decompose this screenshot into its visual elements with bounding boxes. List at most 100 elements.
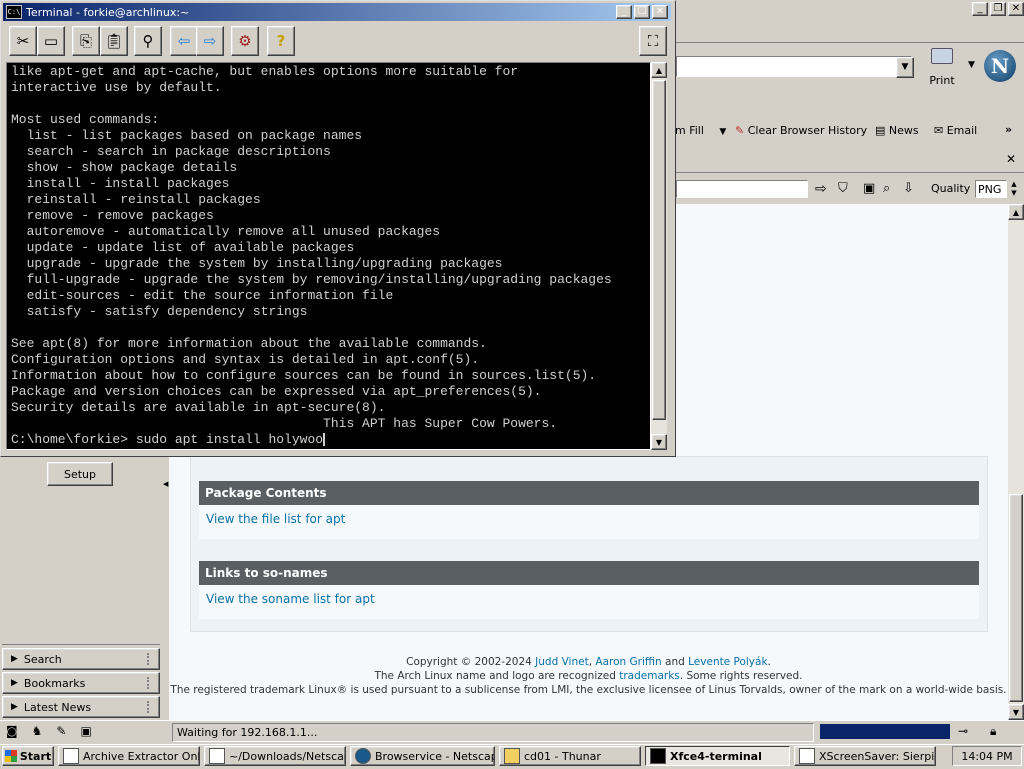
- forward-button[interactable]: ⇨: [196, 26, 224, 56]
- task-thunar[interactable]: cd01 - Thunar: [499, 746, 641, 766]
- terminal-line: See apt(8) for more information about th…: [11, 336, 487, 351]
- find-button[interactable]: ⚲: [134, 26, 162, 56]
- back-button[interactable]: ⇦: [170, 26, 198, 56]
- clock[interactable]: 14:04 PM: [961, 750, 1012, 763]
- settings-button[interactable]: ⚙: [231, 26, 259, 56]
- grip-icon: [147, 653, 153, 665]
- terminal-line: upgrade - upgrade the system by installi…: [11, 256, 503, 271]
- terminal-line: search - search in package descriptions: [11, 144, 331, 159]
- terminal-line: Package and version choices can be expre…: [11, 384, 542, 399]
- scroll-down-icon[interactable]: ▼: [651, 434, 667, 450]
- print-dropdown-icon[interactable]: ▼: [968, 60, 975, 70]
- sidebar-item-latest-news[interactable]: ▶ Latest News: [2, 696, 160, 718]
- collapse-icon[interactable]: ◀: [163, 480, 168, 488]
- cut-button[interactable]: ✂: [9, 26, 37, 56]
- task-xscreensaver[interactable]: XScreenSaver: Sierpi...: [794, 746, 936, 766]
- author-link[interactable]: Levente Polyák: [688, 656, 767, 668]
- quality-stepper[interactable]: ▲ ▼: [1008, 180, 1020, 198]
- setup-button[interactable]: Setup: [47, 462, 113, 486]
- terminal-line: satisfy - satisfy dependency strings: [11, 304, 308, 319]
- cut-icon: ✂: [16, 32, 30, 50]
- new-window-button[interactable]: ▭: [37, 26, 65, 56]
- clear-history-button[interactable]: ✎ Clear Browser History: [735, 124, 867, 137]
- fullscreen-icon: ⛶: [647, 32, 659, 50]
- copy-button[interactable]: ⎘: [72, 26, 100, 56]
- close-tab-icon[interactable]: ✕: [1006, 152, 1016, 166]
- app-icon: [209, 748, 225, 764]
- sidebar-item-bookmarks[interactable]: ▶ Bookmarks: [2, 672, 160, 694]
- task-downloads[interactable]: ~/Downloads/Netscap...: [204, 746, 346, 766]
- form-fill-button[interactable]: m Fill ▼: [675, 124, 726, 137]
- paste-button[interactable]: 📋︎: [100, 26, 128, 56]
- binoculars-icon: ⚲: [142, 32, 154, 50]
- go-arrow-icon[interactable]: ⇨: [815, 181, 827, 197]
- soname-list-link[interactable]: View the soname list for apt: [206, 592, 375, 606]
- window-icon: ▭: [43, 32, 59, 50]
- minimize-icon[interactable]: _: [972, 2, 988, 16]
- terminal-line: interactive use by default.: [11, 80, 222, 95]
- quality-label: Quality: [931, 182, 971, 195]
- minimize-icon[interactable]: _: [616, 5, 632, 19]
- terminal-line: install - install packages: [11, 176, 230, 191]
- component-bar-icons[interactable]: ◙♞✎▣: [6, 724, 106, 738]
- news-button[interactable]: ▤ News: [875, 124, 919, 137]
- copy-icon: ⎘: [79, 32, 92, 50]
- close-icon[interactable]: ✕: [1008, 2, 1024, 16]
- email-button[interactable]: ✉ Email: [934, 124, 977, 137]
- scroll-thumb[interactable]: [1009, 494, 1023, 702]
- file-list-link[interactable]: View the file list for apt: [206, 512, 345, 526]
- fullscreen-button[interactable]: ⛶: [639, 26, 667, 56]
- find-icon[interactable]: ⌕: [883, 181, 890, 196]
- sidebar-item-search[interactable]: ▶ Search: [2, 648, 160, 670]
- app-icon: [799, 748, 815, 764]
- terminal-line: remove - remove packages: [11, 208, 214, 223]
- terminal-titlebar[interactable]: C:\ Terminal - forkie@archlinux:~ _ ☐ ✕: [3, 3, 671, 21]
- netscape-logo[interactable]: N: [984, 50, 1016, 82]
- author-link[interactable]: Aaron Griffin: [595, 656, 661, 668]
- url-dropdown-icon[interactable]: ▼: [896, 57, 914, 78]
- scroll-up-icon[interactable]: ▲: [651, 62, 667, 78]
- task-terminal[interactable]: Xfce4-terminal: [645, 746, 790, 766]
- divider: [2, 644, 160, 645]
- trademarks-link[interactable]: trademarks: [619, 670, 680, 682]
- sidebar-splitter[interactable]: ◀: [162, 456, 169, 720]
- security-lock-icon[interactable]: 🔒︎: [990, 724, 996, 739]
- chevron-right-icon: ▶: [11, 654, 18, 664]
- help-button[interactable]: ?: [267, 26, 295, 56]
- page-footer: Copyright © 2002-2024 Judd Vinet, Aaron …: [170, 656, 1007, 696]
- quality-field[interactable]: PNG: [975, 180, 1007, 198]
- mail-icon: ✉: [934, 124, 944, 137]
- printer-icon: [931, 48, 953, 64]
- task-archive-extractor[interactable]: Archive Extractor Onli...: [58, 746, 200, 766]
- maximize-icon[interactable]: ❐: [990, 2, 1006, 16]
- terminal-line: autoremove - automatically remove all un…: [11, 224, 441, 239]
- terminal-scrollbar[interactable]: ▲ ▼: [651, 62, 667, 450]
- task-browservice[interactable]: Browservice - Netscape: [350, 746, 495, 766]
- terminal-icon: [650, 748, 666, 764]
- chevron-more-icon[interactable]: »: [1005, 123, 1012, 136]
- terminal-line: C:\home\forkie> sudo apt install holywoo: [11, 432, 326, 447]
- terminal-output[interactable]: like apt-get and apt-cache, but enables …: [6, 62, 651, 450]
- page-scrollbar[interactable]: ▲ ▼: [1008, 204, 1024, 720]
- scroll-thumb[interactable]: [652, 80, 666, 420]
- bookmark-icon[interactable]: ⛉: [838, 181, 848, 196]
- maximize-icon[interactable]: ☐: [634, 5, 650, 19]
- download-icon[interactable]: ⇩: [903, 181, 914, 196]
- scroll-up-icon[interactable]: ▲: [1008, 204, 1024, 220]
- print-button[interactable]: Print: [925, 48, 959, 88]
- save-icon[interactable]: ▣: [863, 181, 875, 196]
- folder-icon: [504, 748, 520, 764]
- search-input[interactable]: [676, 180, 808, 198]
- settings-icon: ⚙: [238, 32, 252, 50]
- browser-window-controls: _ ❐ ✕: [972, 2, 1024, 16]
- close-icon[interactable]: ✕: [652, 5, 668, 19]
- author-link[interactable]: Judd Vinet: [535, 656, 589, 668]
- url-input[interactable]: [676, 56, 912, 77]
- start-button[interactable]: Start: [2, 746, 54, 766]
- windows-logo-icon: [4, 750, 17, 762]
- back-arrow-icon: ⇦: [177, 32, 191, 50]
- text-cursor: [323, 433, 326, 447]
- scroll-down-icon[interactable]: ▼: [1008, 704, 1024, 720]
